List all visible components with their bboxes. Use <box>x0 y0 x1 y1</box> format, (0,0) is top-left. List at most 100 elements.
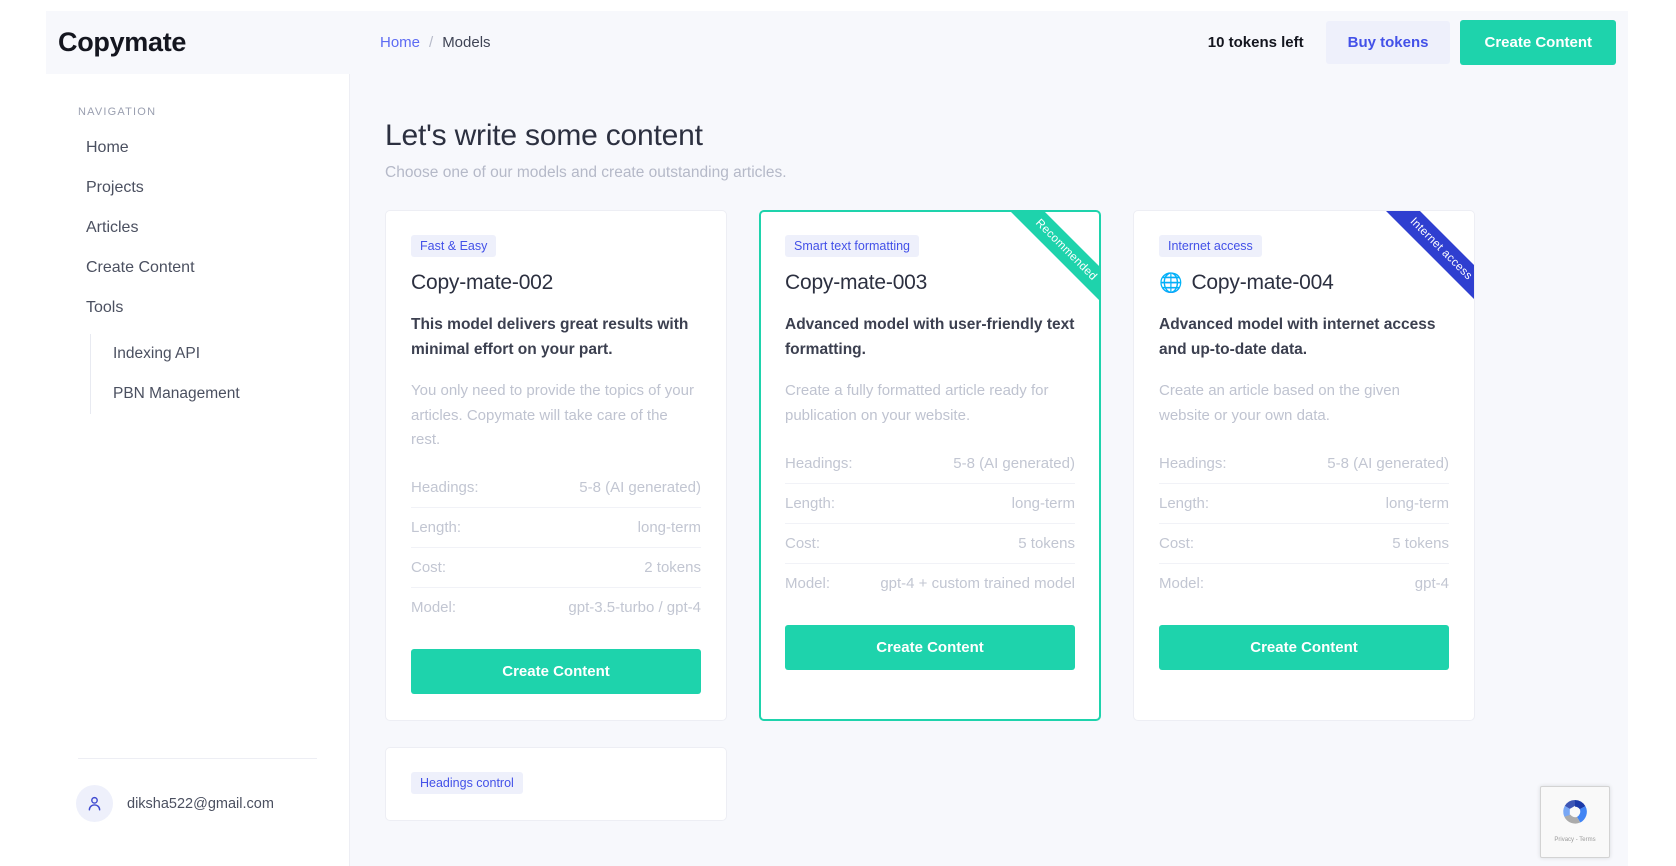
top-bar-actions: 10 tokens left Buy tokens Create Content <box>1208 20 1616 65</box>
sidebar-subnav: Indexing API PBN Management <box>90 334 349 414</box>
spec-key: Cost: <box>411 559 447 577</box>
tokens-left-label: 10 tokens left <box>1207 34 1304 51</box>
card-badge: Headings control <box>411 772 523 795</box>
spec-row: Length: long-term <box>1159 484 1449 524</box>
spec-key: Model: <box>411 599 457 617</box>
breadcrumb-home[interactable]: Home <box>380 34 420 51</box>
sidebar: NAVIGATION Home Projects Articles Create… <box>46 74 350 866</box>
spec-value: 5-8 (AI generated) <box>579 479 701 497</box>
card-title: Copy-mate-003 <box>785 271 1075 295</box>
app-root: Copymate Home / Models 10 tokens left Bu… <box>0 0 1676 866</box>
card-create-content-button[interactable]: Create Content <box>411 649 701 695</box>
card-description: You only need to provide the topics of y… <box>411 382 694 448</box>
spec-key: Headings: <box>785 454 853 472</box>
sidebar-item-articles[interactable]: Articles <box>46 208 349 248</box>
spec-value: gpt-4 <box>1414 574 1449 592</box>
spec-row: Length: long-term <box>785 484 1075 524</box>
spec-key: Cost: <box>785 534 821 552</box>
sidebar-item-projects[interactable]: Projects <box>46 168 349 208</box>
spec-row: Model: gpt-4 + custom trained model <box>785 564 1075 603</box>
card-create-content-button[interactable]: Create Content <box>785 624 1075 670</box>
spec-row: Cost: 2 tokens <box>411 548 701 589</box>
recaptcha-badge[interactable]: Privacy - Terms <box>1540 786 1610 858</box>
spec-row: Cost: 5 tokens <box>1159 524 1449 564</box>
spec-value: long-term <box>637 519 701 537</box>
card-spec-list: Headings: 5-8 (AI generated) Length: lon… <box>411 468 701 627</box>
sidebar-item-tools[interactable]: Tools <box>46 288 349 328</box>
spec-value: 5-8 (AI generated) <box>953 454 1075 472</box>
card-badge: Smart text formatting <box>785 235 920 257</box>
model-card[interactable]: Internet access Internet access 🌐 Copy-m… <box>1133 210 1475 722</box>
card-lead: Advanced model with internet access and … <box>1159 316 1436 359</box>
spec-value: long-term <box>1011 494 1075 512</box>
breadcrumb-separator: / <box>429 34 434 51</box>
model-card[interactable]: Recommended Smart text formatting Copy-m… <box>759 210 1101 722</box>
spec-value: gpt-4 + custom trained model <box>880 574 1075 592</box>
sidebar-footer: diksha522@gmail.com <box>46 758 349 866</box>
model-card-list: Fast & Easy Copy-mate-002 This model del… <box>350 182 1628 722</box>
spec-key: Length: <box>411 519 462 537</box>
spec-row: Model: gpt-3.5-turbo / gpt-4 <box>411 588 701 627</box>
spec-row: Headings: 5-8 (AI generated) <box>785 444 1075 484</box>
spec-key: Model: <box>785 574 831 592</box>
card-badge: Internet access <box>1159 235 1262 257</box>
spec-key: Model: <box>1159 574 1205 592</box>
page-frame: Copymate Home / Models 10 tokens left Bu… <box>46 11 1628 866</box>
spec-value: 5 tokens <box>1018 534 1075 552</box>
card-description: Create an article based on the given web… <box>1159 382 1400 424</box>
page-subtitle: Choose one of our models and create outs… <box>385 164 787 181</box>
recaptcha-logo-icon <box>1541 787 1609 837</box>
top-bar-right: Home / Models 10 tokens left Buy tokens … <box>350 20 1628 65</box>
spec-key: Headings: <box>1159 454 1227 472</box>
globe-icon: 🌐 <box>1159 272 1183 294</box>
sidebar-heading: NAVIGATION <box>78 106 157 118</box>
recaptcha-privacy-link[interactable]: Privacy <box>1554 837 1574 843</box>
ribbon-label: Recommended <box>994 212 1099 322</box>
card-lead: This model delivers great results with m… <box>411 316 689 359</box>
card-title-text: Copy-mate-004 <box>1191 271 1334 294</box>
card-lead: Advanced model with user-friendly text f… <box>785 316 1075 359</box>
spec-value: long-term <box>1385 494 1449 512</box>
card-title: 🌐 Copy-mate-004 <box>1159 271 1449 295</box>
spec-key: Length: <box>785 494 836 512</box>
card-badge: Fast & Easy <box>411 235 497 257</box>
sidebar-item-home[interactable]: Home <box>46 128 349 168</box>
card-create-content-button[interactable]: Create Content <box>1159 624 1449 670</box>
card-title-text: Copy-mate-003 <box>785 271 928 294</box>
main-content: Let's write some content Choose one of o… <box>350 74 1628 866</box>
top-bar: Copymate Home / Models 10 tokens left Bu… <box>46 11 1628 74</box>
sidebar-item-indexing-api[interactable]: Indexing API <box>91 334 349 374</box>
recaptcha-footer: Privacy - Terms <box>1541 837 1609 843</box>
sidebar-item-create-content[interactable]: Create Content <box>46 248 349 288</box>
spec-key: Cost: <box>1159 534 1195 552</box>
page-title: Let's write some content <box>385 119 703 152</box>
spec-value: 5 tokens <box>1392 534 1449 552</box>
spec-value: 5-8 (AI generated) <box>1327 454 1449 472</box>
buy-tokens-button[interactable]: Buy tokens <box>1325 21 1451 64</box>
spec-row: Headings: 5-8 (AI generated) <box>1159 444 1449 484</box>
card-description: Create a fully formatted article ready f… <box>785 382 1049 424</box>
spec-row: Cost: 5 tokens <box>785 524 1075 564</box>
sidebar-divider <box>78 758 317 759</box>
spec-value: gpt-3.5-turbo / gpt-4 <box>568 599 701 617</box>
spec-key: Length: <box>1159 494 1210 512</box>
card-title: Copy-mate-002 <box>411 271 701 295</box>
user-email: diksha522@gmail.com <box>127 795 274 812</box>
recaptcha-terms-link[interactable]: Terms <box>1579 837 1595 843</box>
sidebar-user-row[interactable]: diksha522@gmail.com <box>46 785 349 822</box>
spec-row: Headings: 5-8 (AI generated) <box>411 468 701 509</box>
brand-logo[interactable]: Copymate <box>46 27 350 58</box>
recaptcha-separator: - <box>1575 837 1578 843</box>
create-content-button[interactable]: Create Content <box>1460 20 1616 65</box>
model-card[interactable]: Headings control <box>385 747 727 822</box>
card-spec-list: Headings: 5-8 (AI generated) Length: lon… <box>785 444 1075 603</box>
spec-key: Headings: <box>411 479 479 497</box>
sidebar-item-pbn-management[interactable]: PBN Management <box>91 374 349 414</box>
avatar <box>76 785 113 822</box>
breadcrumb-current: Models <box>442 34 491 51</box>
breadcrumb: Home / Models <box>380 34 491 51</box>
spec-row: Length: long-term <box>411 508 701 549</box>
model-card[interactable]: Fast & Easy Copy-mate-002 This model del… <box>385 210 727 722</box>
spec-row: Model: gpt-4 <box>1159 564 1449 603</box>
card-title-text: Copy-mate-002 <box>411 271 554 294</box>
